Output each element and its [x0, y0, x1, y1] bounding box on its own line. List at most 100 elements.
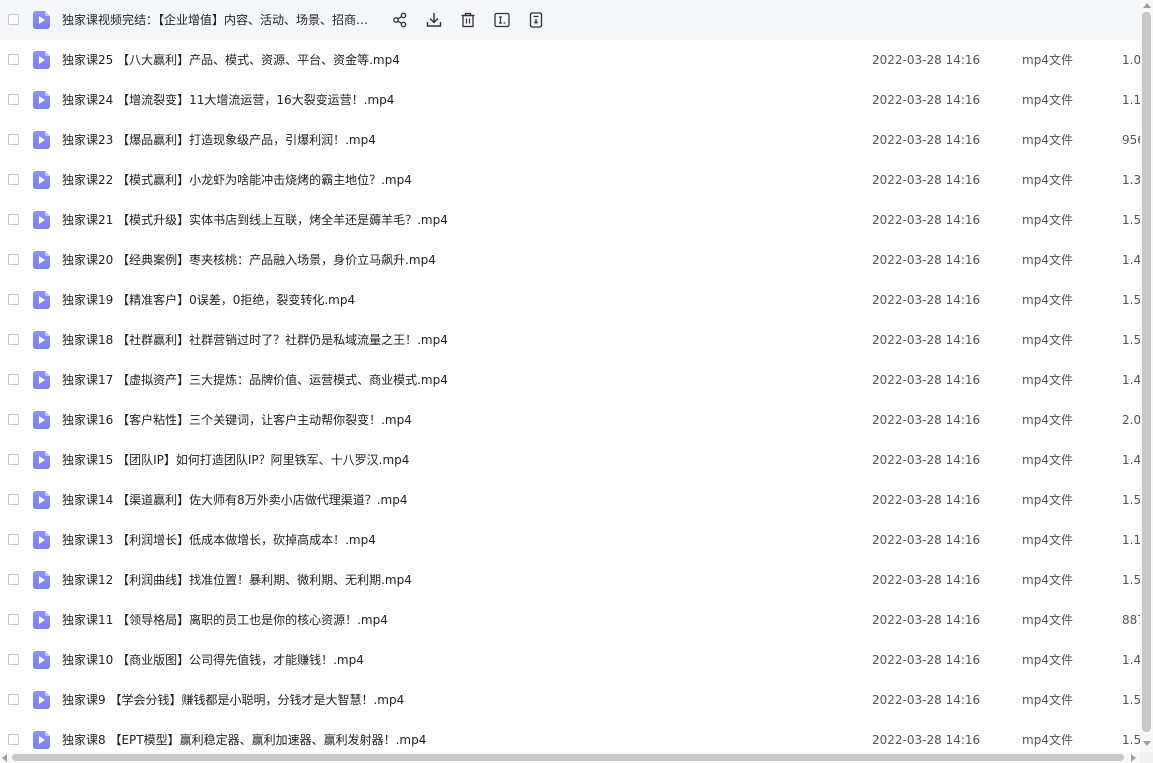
file-row[interactable]: 独家课23 【爆品赢利】打造现象级产品，引爆利润！.mp4 2022-03-28 … [0, 120, 1140, 160]
row-checkbox[interactable] [8, 54, 19, 65]
file-row[interactable]: 独家课22 【模式赢利】小龙虾为啥能冲击烧烤的霸主地位？.mp4 2022-03-… [0, 160, 1140, 200]
file-date: 2022-03-28 14:16 [872, 213, 981, 227]
file-name[interactable]: 独家课10 【商业版图】公司得先值钱，才能赚钱！.mp4 [62, 640, 364, 680]
file-name[interactable]: 独家课21 【模式升级】实体书店到线上互联，烤全羊还是薅羊毛？.mp4 [62, 200, 448, 240]
share-icon[interactable] [390, 10, 410, 30]
file-name[interactable]: 独家课23 【爆品赢利】打造现象级产品，引爆利润！.mp4 [62, 120, 376, 160]
file-row[interactable]: 独家课12 【利润曲线】找准位置！暴利期、微利期、无利期.mp4 2022-03-… [0, 560, 1140, 600]
scroll-up-arrow-icon[interactable] [1143, 3, 1151, 8]
horizontal-scrollbar[interactable] [0, 752, 1140, 763]
file-name[interactable]: 独家课25 【八大赢利】产品、模式、资源、平台、资金等.mp4 [62, 40, 400, 80]
scroll-down-arrow-icon[interactable] [1143, 741, 1151, 746]
video-file-icon [33, 91, 50, 109]
file-date: 2022-03-28 14:16 [872, 613, 981, 627]
row-checkbox[interactable] [8, 14, 19, 25]
vertical-scroll-thumb[interactable] [1142, 12, 1151, 732]
file-type: mp4文件 [1022, 693, 1073, 707]
file-row[interactable]: 独家课15 【团队IP】如何打造团队IP？阿里铁军、十八罗汉.mp4 2022-0… [0, 440, 1140, 480]
file-row[interactable]: 独家课14 【渠道赢利】佐大师有8万外卖小店做代理渠道？.mp4 2022-03-… [0, 480, 1140, 520]
file-date: 2022-03-28 14:16 [872, 493, 981, 507]
file-name[interactable]: 独家课9 【学会分钱】赚钱都是小聪明，分钱才是大智慧！.mp4 [62, 680, 404, 720]
row-checkbox[interactable] [8, 214, 19, 225]
row-checkbox[interactable] [8, 694, 19, 705]
row-checkbox[interactable] [8, 94, 19, 105]
file-size: 1.5 [1122, 213, 1140, 227]
row-checkbox[interactable] [8, 614, 19, 625]
row-checkbox[interactable] [8, 454, 19, 465]
file-row[interactable]: 独家课24 【增流裂变】11大增流运营，16大裂变运营！.mp4 2022-03-… [0, 80, 1140, 120]
file-name[interactable]: 独家课13 【利润增长】低成本做增长，砍掉高成本！.mp4 [62, 520, 376, 560]
row-checkbox[interactable] [8, 734, 19, 745]
file-name[interactable]: 独家课19 【精准客户】0误差，0拒绝，裂变转化.mp4 [62, 280, 355, 320]
file-row[interactable]: 独家课10 【商业版图】公司得先值钱，才能赚钱！.mp4 2022-03-28 1… [0, 640, 1140, 680]
file-date: 2022-03-28 14:16 [872, 373, 981, 387]
file-row[interactable]: 独家课18 【社群赢利】社群营销过时了？社群仍是私域流量之王！.mp4 2022-… [0, 320, 1140, 360]
file-date: 2022-03-28 14:16 [872, 693, 981, 707]
file-size: 1.5 [1122, 333, 1140, 347]
file-row[interactable]: 独家课19 【精准客户】0误差，0拒绝，裂变转化.mp4 2022-03-28 1… [0, 280, 1140, 320]
video-file-icon [33, 491, 50, 509]
file-type: mp4文件 [1022, 93, 1073, 107]
file-date: 2022-03-28 14:16 [872, 133, 981, 147]
file-size: 1.5 [1122, 693, 1140, 707]
video-file-icon [33, 331, 50, 349]
rename-icon[interactable] [492, 10, 512, 30]
row-checkbox[interactable] [8, 534, 19, 545]
file-name[interactable]: 独家课24 【增流裂变】11大增流运营，16大裂变运营！.mp4 [62, 80, 394, 120]
file-size: 1.4 [1122, 253, 1140, 267]
file-row[interactable]: 独家课20 【经典案例】枣夹核桃：产品融入场景，身价立马飙升.mp4 2022-0… [0, 240, 1140, 280]
file-name[interactable]: 独家课15 【团队IP】如何打造团队IP？阿里铁军、十八罗汉.mp4 [62, 440, 409, 480]
file-type: mp4文件 [1022, 413, 1073, 427]
file-name[interactable]: 独家课视频完结：【企业增值】内容、活动、场景、招商… [62, 0, 368, 40]
file-size: 2.0 [1122, 413, 1140, 427]
more-icon[interactable] [526, 10, 546, 30]
file-date: 2022-03-28 14:16 [872, 653, 981, 667]
file-name[interactable]: 独家课8 【EPT模型】赢利稳定器、赢利加速器、赢利发射器！.mp4 [62, 720, 426, 752]
file-row[interactable]: 独家课9 【学会分钱】赚钱都是小聪明，分钱才是大智慧！.mp4 2022-03-2… [0, 680, 1140, 720]
row-checkbox[interactable] [8, 374, 19, 385]
row-checkbox[interactable] [8, 174, 19, 185]
file-row[interactable]: 独家课11 【领导格局】离职的员工也是你的核心资源！.mp4 2022-03-28… [0, 600, 1140, 640]
row-checkbox[interactable] [8, 254, 19, 265]
file-size: 1.5 [1122, 293, 1140, 307]
file-date: 2022-03-28 14:16 [872, 733, 981, 747]
file-name[interactable]: 独家课16 【客户粘性】三个关键词，让客户主动帮你裂变！.mp4 [62, 400, 412, 440]
file-date: 2022-03-28 14:16 [872, 293, 981, 307]
video-file-icon [33, 571, 50, 589]
file-date: 2022-03-28 14:16 [872, 453, 981, 467]
row-checkbox[interactable] [8, 494, 19, 505]
video-file-icon [33, 451, 50, 469]
row-checkbox[interactable] [8, 134, 19, 145]
file-size: 1.1 [1122, 93, 1140, 107]
file-name[interactable]: 独家课14 【渠道赢利】佐大师有8万外卖小店做代理渠道？.mp4 [62, 480, 407, 520]
horizontal-scroll-thumb[interactable] [12, 754, 1124, 761]
file-row-hovered[interactable]: 独家课视频完结：【企业增值】内容、活动、场景、招商… [0, 0, 1140, 40]
file-size: 1.0 [1122, 53, 1140, 67]
file-row[interactable]: 独家课17 【虚拟资产】三大提炼：品牌价值、运营模式、商业模式.mp4 2022-… [0, 360, 1140, 400]
row-checkbox[interactable] [8, 574, 19, 585]
row-checkbox[interactable] [8, 334, 19, 345]
scroll-left-arrow-icon[interactable] [2, 754, 7, 762]
file-name[interactable]: 独家课20 【经典案例】枣夹核桃：产品融入场景，身价立马飙升.mp4 [62, 240, 436, 280]
file-name[interactable]: 独家课11 【领导格局】离职的员工也是你的核心资源！.mp4 [62, 600, 388, 640]
file-name[interactable]: 独家课17 【虚拟资产】三大提炼：品牌价值、运营模式、商业模式.mp4 [62, 360, 448, 400]
file-row[interactable]: 独家课25 【八大赢利】产品、模式、资源、平台、资金等.mp4 2022-03-2… [0, 40, 1140, 80]
file-name[interactable]: 独家课18 【社群赢利】社群营销过时了？社群仍是私域流量之王！.mp4 [62, 320, 448, 360]
row-checkbox[interactable] [8, 294, 19, 305]
download-icon[interactable] [424, 10, 444, 30]
file-row[interactable]: 独家课21 【模式升级】实体书店到线上互联，烤全羊还是薅羊毛？.mp4 2022-… [0, 200, 1140, 240]
scroll-corner [1140, 752, 1153, 763]
scroll-right-arrow-icon[interactable] [1131, 754, 1136, 762]
delete-icon[interactable] [458, 10, 478, 30]
file-name[interactable]: 独家课12 【利润曲线】找准位置！暴利期、微利期、无利期.mp4 [62, 560, 412, 600]
row-checkbox[interactable] [8, 414, 19, 425]
file-rows: 独家课25 【八大赢利】产品、模式、资源、平台、资金等.mp4 2022-03-2… [0, 40, 1140, 752]
file-row[interactable]: 独家课16 【客户粘性】三个关键词，让客户主动帮你裂变！.mp4 2022-03-… [0, 400, 1140, 440]
video-file-icon [33, 211, 50, 229]
vertical-scrollbar[interactable] [1140, 0, 1153, 752]
file-type: mp4文件 [1022, 133, 1073, 147]
row-checkbox[interactable] [8, 654, 19, 665]
file-name[interactable]: 独家课22 【模式赢利】小龙虾为啥能冲击烧烤的霸主地位？.mp4 [62, 160, 412, 200]
file-row[interactable]: 独家课8 【EPT模型】赢利稳定器、赢利加速器、赢利发射器！.mp4 2022-0… [0, 720, 1140, 752]
file-row[interactable]: 独家课13 【利润增长】低成本做增长，砍掉高成本！.mp4 2022-03-28 … [0, 520, 1140, 560]
